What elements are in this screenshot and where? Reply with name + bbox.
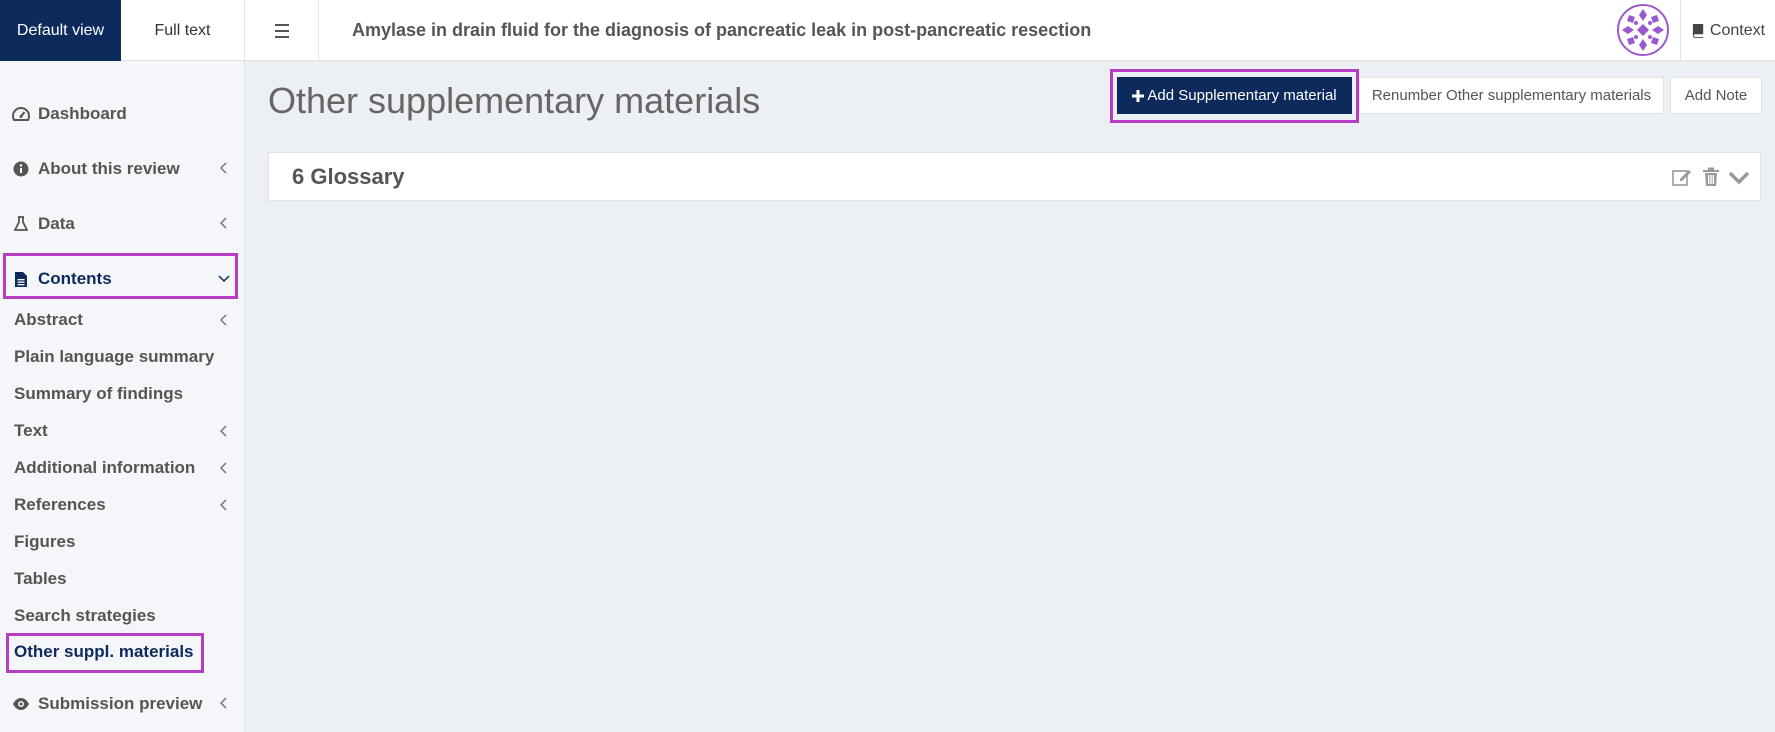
panel-title[interactable]: 6 Glossary	[292, 153, 405, 200]
document-title: Amylase in drain fluid for the diagnosis…	[352, 20, 1092, 40]
chevron-left-icon	[219, 499, 227, 511]
chevron-left-icon	[219, 314, 227, 326]
renumber-button[interactable]: Renumber Other supplementary materials	[1359, 77, 1664, 114]
sub-item-label: Figures	[14, 532, 76, 551]
sidebar-item-label: Submission preview	[38, 694, 203, 713]
sidebar: Dashboard About this review Data Content…	[0, 61, 245, 732]
highlight-contents	[3, 253, 238, 299]
chevron-left-icon	[219, 162, 227, 174]
sub-item-label: Additional information	[14, 458, 196, 477]
flask-icon	[12, 215, 30, 233]
chevron-left-icon	[219, 462, 227, 474]
book-icon	[1692, 23, 1704, 38]
chevron-left-icon	[219, 217, 227, 229]
sidebar-sub-search-strategies[interactable]: Search strategies	[0, 600, 245, 632]
supplementary-panel: 6 Glossary	[268, 152, 1761, 201]
sidebar-item-data[interactable]: Data	[0, 204, 245, 244]
plus-icon	[1132, 89, 1145, 102]
add-note-button[interactable]: Add Note	[1670, 77, 1762, 114]
sub-item-label: References	[14, 495, 106, 514]
chevron-down-icon[interactable]	[1728, 166, 1750, 188]
sidebar-sub-tables[interactable]: Tables	[0, 563, 245, 595]
trash-icon[interactable]	[1700, 166, 1722, 188]
sidebar-item-label: About this review	[38, 159, 180, 178]
sidebar-item-label: Data	[38, 214, 75, 233]
sidebar-sub-text[interactable]: Text	[0, 415, 245, 447]
sub-item-label: Summary of findings	[14, 384, 184, 403]
tab-default-view[interactable]: Default view	[0, 0, 121, 61]
chevron-left-icon	[219, 425, 227, 437]
sidebar-sub-figures[interactable]: Figures	[0, 526, 245, 558]
top-bar: Default view Full text Amylase in drain …	[0, 0, 1775, 61]
hamburger-icon	[274, 22, 289, 40]
cochrane-logo	[1617, 4, 1669, 56]
sidebar-item-dashboard[interactable]: Dashboard	[0, 94, 245, 134]
dashboard-icon	[12, 105, 30, 123]
highlight-other-suppl	[6, 633, 204, 673]
sidebar-item-submission-preview[interactable]: Submission preview	[0, 684, 245, 724]
eye-icon	[12, 695, 30, 713]
sidebar-item-about[interactable]: About this review	[0, 149, 245, 189]
tab-full-text[interactable]: Full text	[121, 0, 245, 61]
sidebar-sub-plain-language-summary[interactable]: Plain language summary	[0, 341, 245, 373]
page-title: Other supplementary materials	[268, 80, 761, 121]
sub-item-label: Tables	[14, 569, 67, 588]
sub-item-label: Text	[14, 421, 48, 440]
sidebar-sub-summary-of-findings[interactable]: Summary of findings	[0, 378, 245, 410]
sub-item-label: Search strategies	[14, 606, 156, 625]
add-button-label: Add Supplementary material	[1147, 87, 1337, 104]
info-icon	[12, 160, 30, 178]
edit-icon[interactable]	[1672, 166, 1694, 188]
context-button[interactable]: Context	[1680, 0, 1775, 61]
panel-tools	[1672, 166, 1750, 188]
add-supplementary-material-button[interactable]: Add Supplementary material	[1117, 77, 1352, 114]
sub-item-label: Abstract	[14, 310, 83, 329]
menu-toggle-button[interactable]	[245, 0, 319, 61]
sidebar-sub-additional-information[interactable]: Additional information	[0, 452, 245, 484]
chevron-left-icon	[219, 697, 227, 709]
context-label: Context	[1709, 21, 1766, 39]
sidebar-sub-references[interactable]: References	[0, 489, 245, 521]
sidebar-sub-abstract[interactable]: Abstract	[0, 304, 245, 336]
sidebar-item-label: Dashboard	[38, 104, 127, 123]
sub-item-label: Plain language summary	[14, 347, 215, 366]
